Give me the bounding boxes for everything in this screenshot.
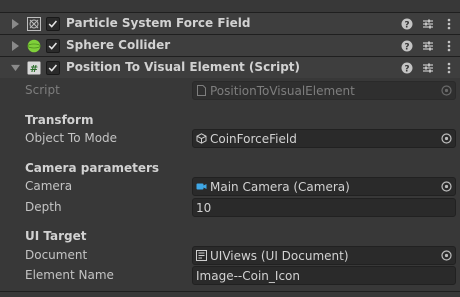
camera-parameters-section-header: Camera parameters — [25, 161, 160, 175]
component-title: Particle System Force Field — [66, 16, 251, 30]
component-title: Sphere Collider — [66, 38, 171, 52]
transform-section-header: Transform — [25, 113, 94, 127]
more-options-icon[interactable] — [443, 40, 455, 52]
component-header-position-to-visual-element[interactable]: # Position To Visual Element (Script) ? — [0, 56, 460, 78]
help-icon[interactable]: ? — [401, 18, 413, 30]
document-value: UIViews (UI Document) — [210, 248, 349, 263]
foldout-collapsed-icon[interactable] — [11, 41, 20, 51]
more-options-icon[interactable] — [443, 18, 455, 30]
object-picker-icon[interactable] — [441, 181, 452, 192]
more-options-icon[interactable] — [443, 62, 455, 74]
checkmark-icon — [48, 42, 58, 50]
svg-text:?: ? — [404, 65, 409, 75]
component-enabled-checkbox[interactable] — [46, 61, 60, 75]
script-icon: # — [27, 61, 41, 75]
help-icon[interactable]: ? — [401, 40, 413, 52]
script-field: PositionToVisualElement — [192, 81, 456, 100]
checkmark-icon — [48, 20, 58, 28]
depth-value: 10 — [196, 200, 212, 215]
object-picker-icon — [441, 85, 452, 96]
object-to-mode-field[interactable]: CoinForceField — [192, 129, 456, 148]
document-label: Document — [25, 248, 88, 262]
component-title: Position To Visual Element (Script) — [66, 60, 301, 74]
sphere-collider-icon — [27, 39, 41, 53]
presets-icon[interactable] — [422, 40, 434, 52]
camera-icon — [196, 183, 207, 190]
depth-label: Depth — [25, 200, 62, 214]
component-enabled-checkbox[interactable] — [46, 39, 60, 53]
ui-target-section-header: UI Target — [25, 229, 87, 243]
foldout-expanded-icon[interactable] — [11, 63, 20, 73]
component-header-sphere-collider[interactable]: Sphere Collider ? — [0, 34, 460, 56]
object-picker-icon[interactable] — [441, 133, 452, 144]
particle-system-force-field-icon — [27, 17, 41, 31]
document-field[interactable]: UIViews (UI Document) — [192, 246, 456, 265]
script-label: Script — [25, 83, 60, 97]
object-picker-icon[interactable] — [441, 250, 452, 261]
checkmark-icon — [48, 64, 58, 72]
camera-label: Camera — [25, 179, 73, 193]
inspector-panel: Particle System Force Field ? Sphere Col… — [0, 0, 460, 297]
svg-text:?: ? — [404, 21, 409, 31]
svg-text:#: # — [30, 64, 38, 75]
camera-value: Main Camera (Camera) — [210, 179, 350, 194]
depth-input[interactable]: 10 — [192, 198, 456, 217]
script-value: PositionToVisualElement — [210, 83, 355, 98]
camera-field[interactable]: Main Camera (Camera) — [192, 177, 456, 196]
presets-icon[interactable] — [422, 18, 434, 30]
component-enabled-checkbox[interactable] — [46, 17, 60, 31]
script-file-icon — [197, 85, 206, 96]
component-header-particle-force-field[interactable]: Particle System Force Field ? — [0, 12, 460, 34]
gameobject-icon — [196, 133, 207, 144]
svg-text:?: ? — [404, 43, 409, 53]
ui-document-icon — [196, 250, 207, 261]
help-icon[interactable]: ? — [401, 62, 413, 74]
object-to-mode-value: CoinForceField — [210, 131, 297, 146]
presets-icon[interactable] — [422, 62, 434, 74]
component-divider — [0, 291, 460, 292]
element-name-value: Image--Coin_Icon — [196, 268, 300, 283]
object-to-mode-label: Object To Mode — [25, 131, 118, 145]
element-name-label: Element Name — [25, 268, 114, 282]
element-name-input[interactable]: Image--Coin_Icon — [192, 266, 456, 285]
foldout-collapsed-icon[interactable] — [11, 19, 20, 29]
